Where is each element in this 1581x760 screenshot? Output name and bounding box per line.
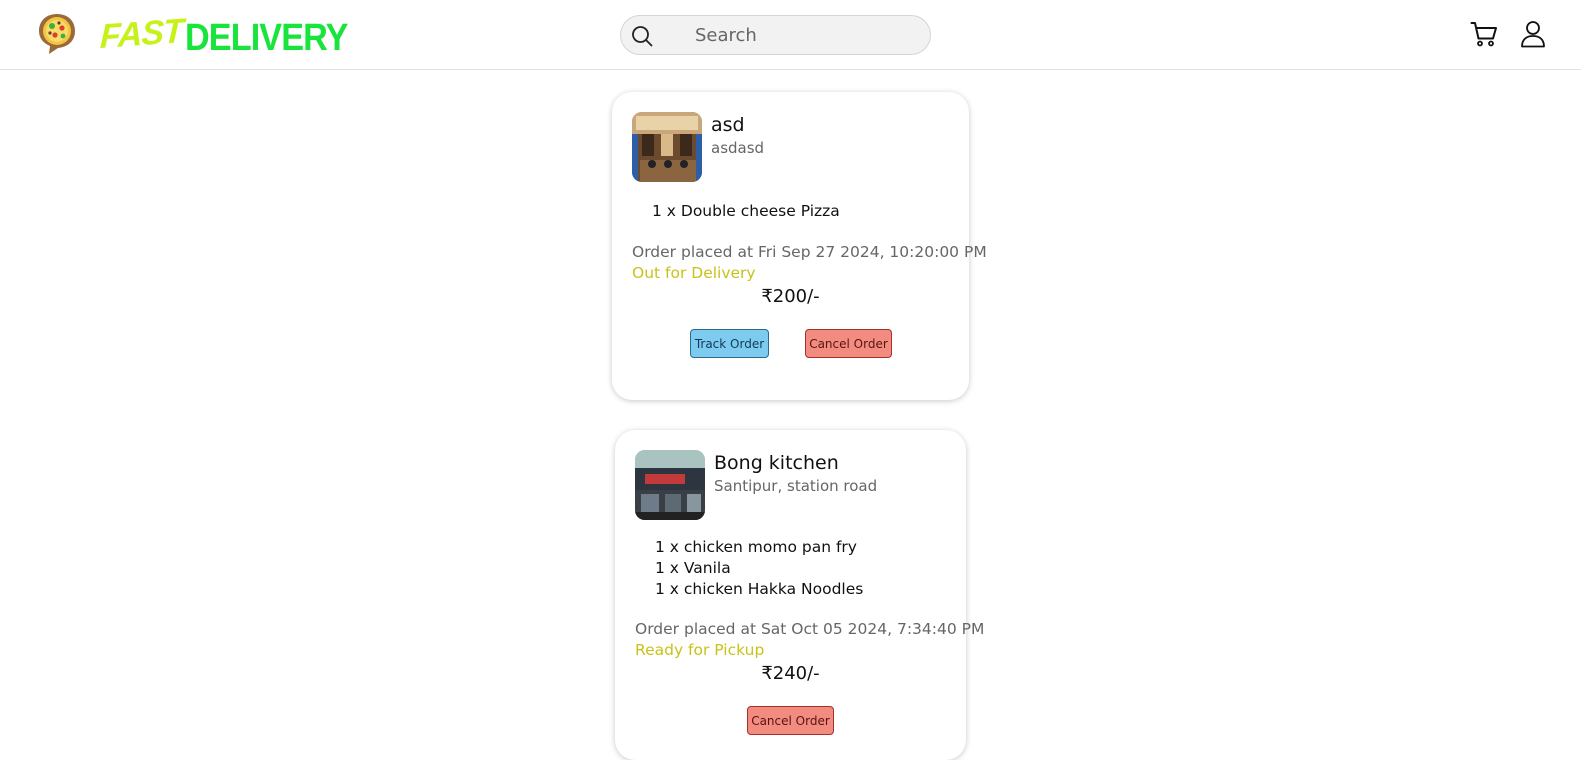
restaurant-image <box>635 450 705 520</box>
cart-icon[interactable] <box>1470 20 1498 48</box>
search-icon[interactable] <box>631 25 653 47</box>
order-placed-time: Order placed at Fri Sep 27 2024, 10:20:0… <box>632 243 987 261</box>
cancel-order-button[interactable]: Cancel Order <box>747 706 834 735</box>
search-bar <box>620 15 931 55</box>
order-item: 1 x chicken Hakka Noodles <box>655 580 864 598</box>
order-items-list: 1 x Double cheese Pizza <box>652 201 840 222</box>
navbar: FAST DELIVERY <box>0 0 1581 70</box>
restaurant-address: Santipur, station road <box>714 477 878 495</box>
order-status: Out for Delivery <box>632 264 756 282</box>
order-item: 1 x Double cheese Pizza <box>652 202 840 220</box>
order-card: Bong kitchen Santipur, station road 1 x … <box>615 430 984 760</box>
brand-logo[interactable]: FAST DELIVERY <box>99 10 366 60</box>
order-items-list: 1 x chicken momo pan fry 1 x Vanila 1 x … <box>655 537 863 600</box>
order-placed-time: Order placed at Sat Oct 05 2024, 7:34:40… <box>635 620 985 638</box>
search-input[interactable] <box>695 16 915 54</box>
restaurant-name: Bong kitchen <box>714 452 839 474</box>
brand-delivery-text: DELIVERY <box>184 17 348 59</box>
order-card: asd asdasd 1 x Double cheese Pizza Order… <box>612 92 987 400</box>
order-price: ₹240/- <box>761 663 820 684</box>
order-item: 1 x chicken momo pan fry <box>655 538 857 556</box>
restaurant-image <box>632 112 702 182</box>
cancel-order-button[interactable]: Cancel Order <box>805 329 892 358</box>
restaurant-name: asd <box>711 114 745 136</box>
pizza-logo-icon[interactable] <box>37 12 77 56</box>
order-status: Ready for Pickup <box>635 641 765 659</box>
order-item: 1 x Vanila <box>655 559 731 577</box>
brand-fast-text: FAST <box>99 12 184 56</box>
order-price: ₹200/- <box>761 286 820 307</box>
user-icon[interactable] <box>1520 20 1546 48</box>
restaurant-address: asdasd <box>711 139 765 157</box>
track-order-button[interactable]: Track Order <box>690 329 769 358</box>
